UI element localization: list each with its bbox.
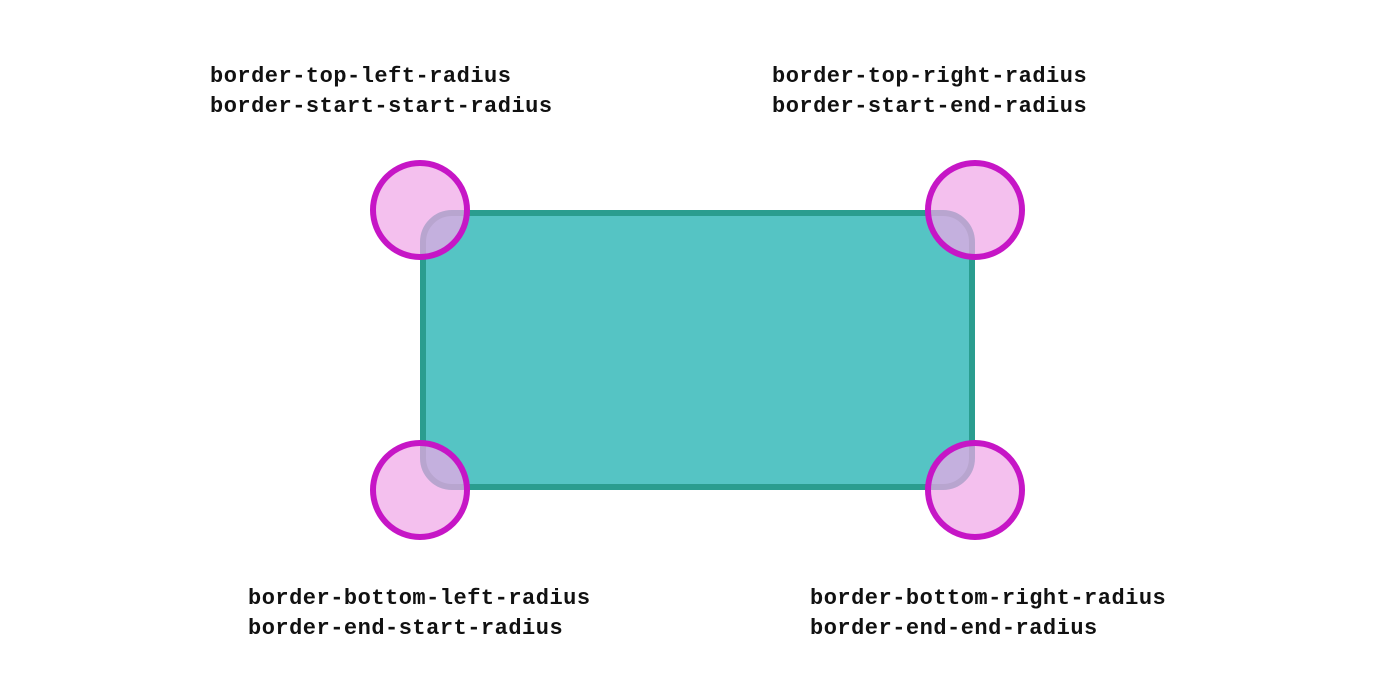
- label-bottom-left-physical: border-bottom-left-radius: [248, 584, 591, 614]
- rounded-box: [420, 210, 975, 490]
- label-top-right: border-top-right-radius border-start-end…: [772, 62, 1087, 121]
- label-top-left: border-top-left-radius border-start-star…: [210, 62, 553, 121]
- label-top-left-physical: border-top-left-radius: [210, 62, 553, 92]
- label-bottom-right-logical: border-end-end-radius: [810, 614, 1166, 644]
- label-bottom-left-logical: border-end-start-radius: [248, 614, 591, 644]
- label-bottom-right-physical: border-bottom-right-radius: [810, 584, 1166, 614]
- corner-marker-bottom-right: [925, 440, 1025, 540]
- label-top-right-physical: border-top-right-radius: [772, 62, 1087, 92]
- label-top-right-logical: border-start-end-radius: [772, 92, 1087, 122]
- label-bottom-right: border-bottom-right-radius border-end-en…: [810, 584, 1166, 643]
- corner-marker-bottom-left: [370, 440, 470, 540]
- corner-marker-top-right: [925, 160, 1025, 260]
- corner-marker-top-left: [370, 160, 470, 260]
- diagram-stage: border-top-left-radius border-start-star…: [0, 0, 1400, 700]
- label-top-left-logical: border-start-start-radius: [210, 92, 553, 122]
- label-bottom-left: border-bottom-left-radius border-end-sta…: [248, 584, 591, 643]
